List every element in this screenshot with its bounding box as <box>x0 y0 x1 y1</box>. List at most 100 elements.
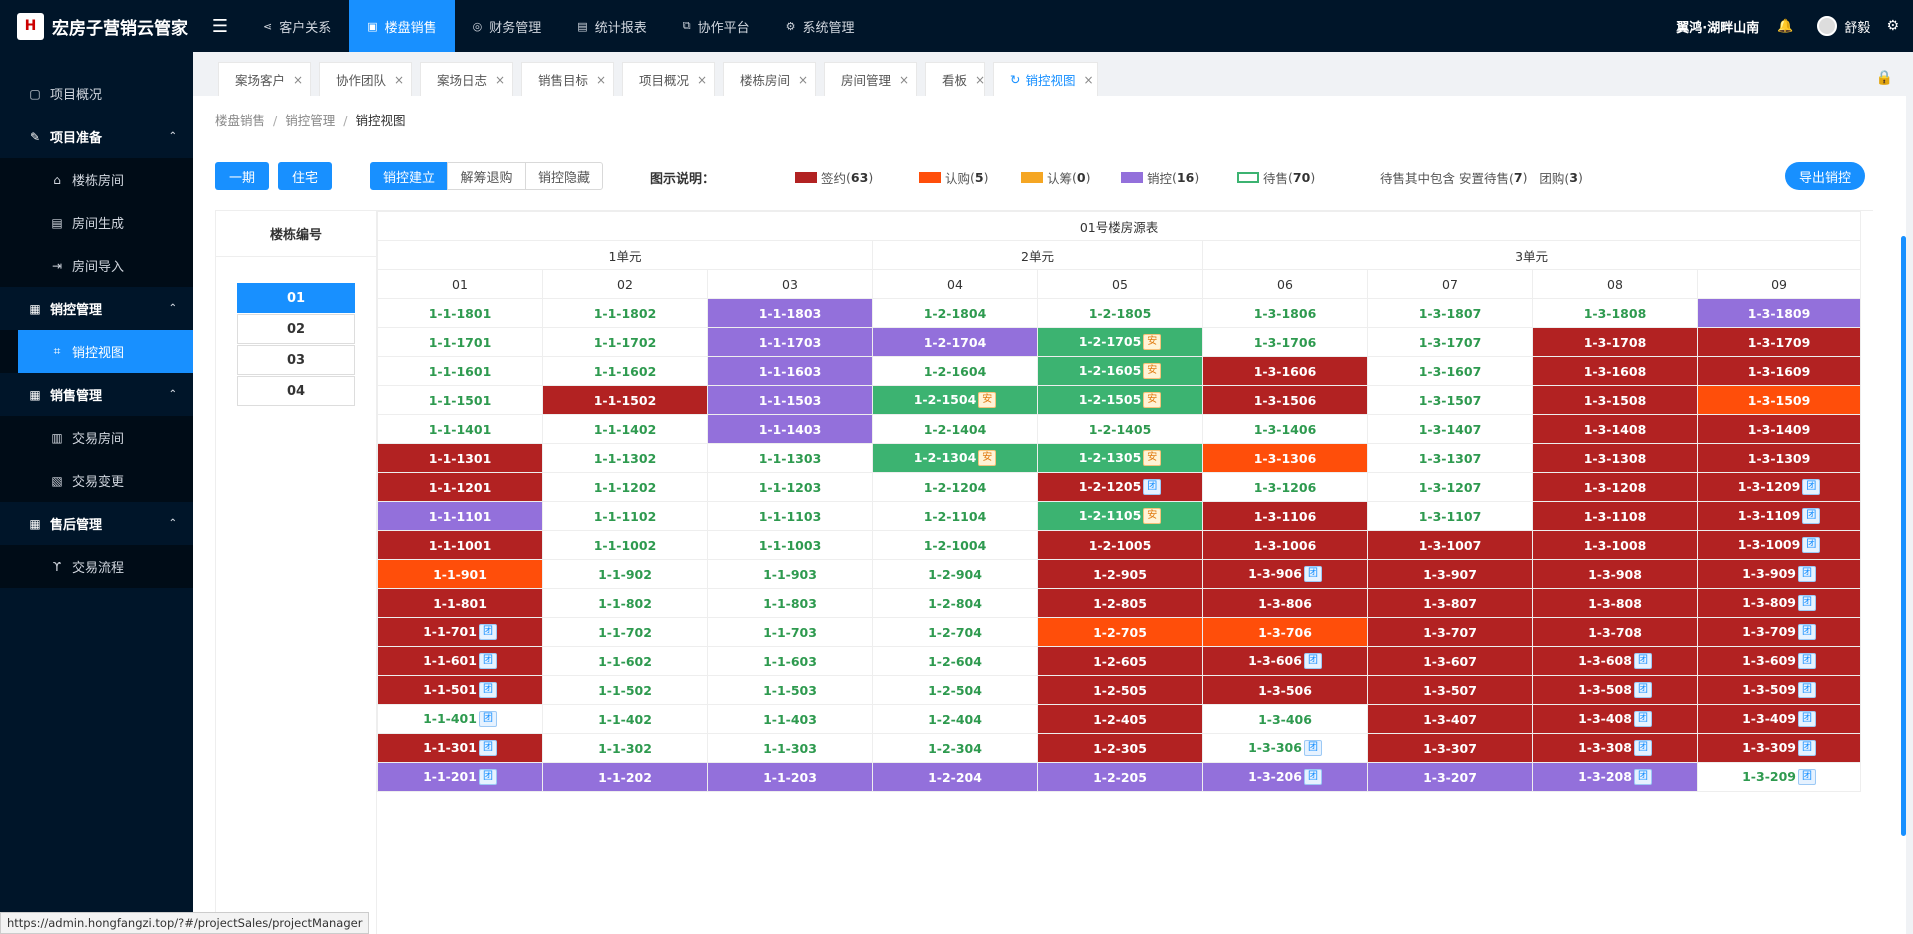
room-cell[interactable]: 1-1-802 <box>542 588 708 618</box>
sidebar-item-4[interactable]: ▤ 房间生成 <box>0 201 193 244</box>
room-cell[interactable]: 1-2-1104 <box>872 501 1038 531</box>
room-cell[interactable]: 1-3-907 <box>1367 559 1533 589</box>
room-cell[interactable]: 1-3-1606 <box>1202 356 1368 386</box>
room-cell[interactable]: 1-3-1609 <box>1696 356 1862 386</box>
gear-icon[interactable]: ⚙ <box>1886 18 1899 34</box>
room-cell[interactable]: 1-2-1004 <box>872 530 1038 560</box>
room-cell[interactable]: 1-2-1105 安 <box>1037 501 1203 531</box>
room-cell[interactable]: 1-3-1108 <box>1532 501 1698 531</box>
room-cell[interactable]: 1-1-1001 <box>377 530 543 560</box>
username[interactable]: 舒毅 <box>1844 17 1870 36</box>
room-cell[interactable]: 1-3-1506 <box>1202 385 1368 415</box>
room-cell[interactable]: 1-1-602 <box>542 646 708 676</box>
building-button-04[interactable]: 04 <box>237 376 355 406</box>
room-cell[interactable]: 1-1-1802 <box>542 298 708 328</box>
vertical-scrollbar[interactable] <box>1901 236 1906 836</box>
room-cell[interactable]: 1-2-1704 <box>872 327 1038 357</box>
room-cell[interactable]: 1-3-1007 <box>1367 530 1533 560</box>
close-icon[interactable]: × <box>394 73 404 87</box>
room-cell[interactable]: 1-3-406 <box>1202 704 1368 734</box>
room-cell[interactable]: 1-2-605 <box>1037 646 1203 676</box>
room-cell[interactable]: 1-3-308 团 <box>1532 733 1698 763</box>
room-cell[interactable]: 1-1-1102 <box>542 501 708 531</box>
tab-9[interactable]: ↻ 销控视图 × <box>993 62 1098 96</box>
room-cell[interactable]: 1-2-1504 安 <box>872 385 1038 415</box>
room-cell[interactable]: 1-2-1005 <box>1037 530 1203 560</box>
room-cell[interactable]: 1-2-1804 <box>872 298 1038 328</box>
room-cell[interactable]: 1-2-904 <box>872 559 1038 589</box>
tab-3[interactable]: 案场日志 × <box>420 62 513 96</box>
avatar[interactable] <box>1817 16 1838 36</box>
seg-create[interactable]: 销控建立 <box>370 162 448 190</box>
room-cell[interactable]: 1-2-1605 安 <box>1037 356 1203 386</box>
room-cell[interactable]: 1-1-1403 <box>707 414 873 444</box>
building-button-02[interactable]: 02 <box>237 314 355 344</box>
room-cell[interactable]: 1-3-1507 <box>1367 385 1533 415</box>
room-cell[interactable]: 1-1-903 <box>707 559 873 589</box>
room-cell[interactable]: 1-3-1307 <box>1367 443 1533 473</box>
room-cell[interactable]: 1-1-1103 <box>707 501 873 531</box>
room-cell[interactable]: 1-3-606 团 <box>1202 646 1368 676</box>
room-cell[interactable]: 1-3-1206 <box>1202 472 1368 502</box>
type-button[interactable]: 住宅 <box>278 162 332 190</box>
room-cell[interactable]: 1-3-1809 <box>1696 298 1862 328</box>
project-name[interactable]: 翼鸿·湖畔山南 <box>1676 17 1759 36</box>
room-cell[interactable]: 1-1-501 团 <box>377 675 543 705</box>
room-cell[interactable]: 1-3-209 团 <box>1696 762 1862 792</box>
room-cell[interactable]: 1-3-1406 <box>1202 414 1368 444</box>
room-cell[interactable]: 1-3-509 团 <box>1696 675 1862 705</box>
room-cell[interactable]: 1-1-502 <box>542 675 708 705</box>
room-cell[interactable]: 1-3-607 <box>1367 646 1533 676</box>
room-cell[interactable]: 1-1-801 <box>377 588 543 618</box>
tab-1[interactable]: 案场客户 × <box>218 62 311 96</box>
seg-hide[interactable]: 销控隐藏 <box>525 162 603 190</box>
room-cell[interactable]: 1-1-1703 <box>707 327 873 357</box>
room-cell[interactable]: 1-2-305 <box>1037 733 1203 763</box>
room-cell[interactable]: 1-3-608 团 <box>1532 646 1698 676</box>
room-cell[interactable]: 1-1-1201 <box>377 472 543 502</box>
room-cell[interactable]: 1-2-905 <box>1037 559 1203 589</box>
room-cell[interactable]: 1-3-808 <box>1532 588 1698 618</box>
room-cell[interactable]: 1-2-1305 安 <box>1037 443 1203 473</box>
close-icon[interactable]: × <box>293 73 303 87</box>
tab-6[interactable]: 楼栋房间 × <box>723 62 816 96</box>
room-cell[interactable]: 1-3-1309 <box>1696 443 1862 473</box>
room-cell[interactable]: 1-1-1702 <box>542 327 708 357</box>
room-cell[interactable]: 1-1-703 <box>707 617 873 647</box>
room-cell[interactable]: 1-3-906 团 <box>1202 559 1368 589</box>
sidebar-item-12[interactable]: ϒ 交易流程 <box>0 545 193 588</box>
sidebar-item-3[interactable]: ⌂ 楼栋房间 <box>0 158 193 201</box>
room-cell[interactable]: 1-3-1407 <box>1367 414 1533 444</box>
room-cell[interactable]: 1-3-506 <box>1202 675 1368 705</box>
room-cell[interactable]: 1-3-807 <box>1367 588 1533 618</box>
room-cell[interactable]: 1-1-702 <box>542 617 708 647</box>
room-cell[interactable]: 1-2-1604 <box>872 356 1038 386</box>
export-button[interactable]: 导出销控 <box>1785 162 1865 190</box>
room-cell[interactable]: 1-3-1006 <box>1202 530 1368 560</box>
room-cell[interactable]: 1-1-1603 <box>707 356 873 386</box>
room-cell[interactable]: 1-1-401 团 <box>377 704 543 734</box>
room-cell[interactable]: 1-3-507 <box>1367 675 1533 705</box>
room-cell[interactable]: 1-2-204 <box>872 762 1038 792</box>
building-button-01[interactable]: 01 <box>237 283 355 313</box>
room-cell[interactable]: 1-3-1109 团 <box>1696 501 1862 531</box>
room-cell[interactable]: 1-1-1301 <box>377 443 543 473</box>
room-cell[interactable]: 1-1-1401 <box>377 414 543 444</box>
room-cell[interactable]: 1-1-601 团 <box>377 646 543 676</box>
room-cell[interactable]: 1-2-804 <box>872 588 1038 618</box>
room-cell[interactable]: 1-1-303 <box>707 733 873 763</box>
close-icon[interactable]: × <box>596 73 606 87</box>
seg-refund[interactable]: 解筹退购 <box>447 162 526 190</box>
room-cell[interactable]: 1-3-408 团 <box>1532 704 1698 734</box>
room-cell[interactable]: 1-3-306 团 <box>1202 733 1368 763</box>
room-cell[interactable]: 1-1-1502 <box>542 385 708 415</box>
room-cell[interactable]: 1-1-403 <box>707 704 873 734</box>
sidebar-item-11[interactable]: ▦ 售后管理 ⌃ <box>0 502 193 545</box>
room-cell[interactable]: 1-3-706 <box>1202 617 1368 647</box>
close-icon[interactable]: × <box>975 73 985 87</box>
room-cell[interactable]: 1-1-201 团 <box>377 762 543 792</box>
logo[interactable]: H 宏房子营销云管家 <box>0 0 193 52</box>
room-cell[interactable]: 1-1-202 <box>542 762 708 792</box>
room-cell[interactable]: 1-3-307 <box>1367 733 1533 763</box>
close-icon[interactable]: × <box>697 73 707 87</box>
